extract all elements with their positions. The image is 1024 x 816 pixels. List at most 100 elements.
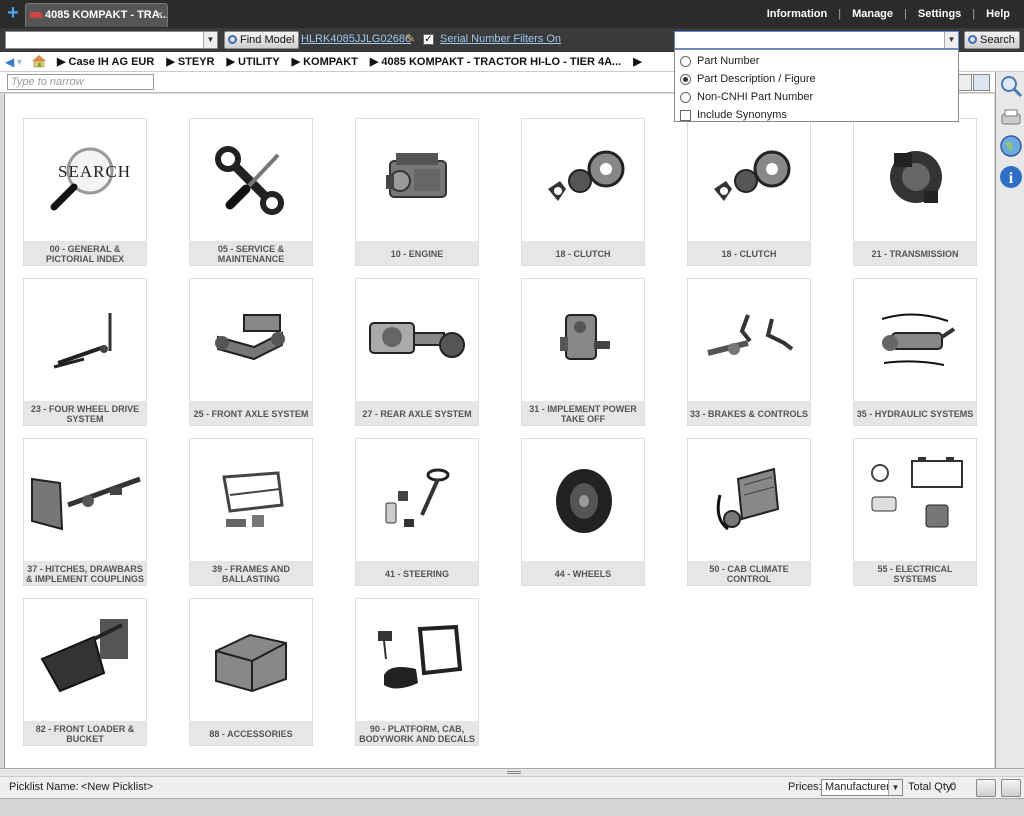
- search-icon: SEARCH: [24, 119, 146, 241]
- option-part-description[interactable]: Part Description / Figure: [675, 70, 958, 88]
- serial-filter-checkbox[interactable]: ✓: [423, 34, 434, 45]
- engine-icon: [356, 119, 478, 241]
- picklist-name[interactable]: <New Picklist>: [81, 781, 153, 793]
- chevron-down-icon[interactable]: ▼: [944, 32, 958, 48]
- search-button[interactable]: Search: [964, 31, 1020, 49]
- category-label: 10 - ENGINE: [356, 241, 478, 265]
- category-card[interactable]: 05 - SERVICE & MAINTENANCE: [189, 118, 313, 266]
- radio-non-cnhi[interactable]: [680, 91, 691, 103]
- back-dropdown-icon[interactable]: ▼: [15, 57, 24, 67]
- chevron-down-icon[interactable]: ▼: [203, 32, 217, 48]
- serial-filter-link[interactable]: Serial Number Filters On: [440, 33, 561, 45]
- driveshaft-icon: [24, 279, 146, 401]
- category-label: 18 - CLUTCH: [688, 241, 810, 265]
- option-include-synonyms[interactable]: Include Synonyms: [675, 106, 958, 124]
- breadcrumb-item[interactable]: ▶ KOMPAKT: [292, 55, 364, 68]
- maximize-icon[interactable]: [1001, 779, 1021, 797]
- category-label: 50 - CAB CLIMATE CONTROL: [688, 561, 810, 585]
- option-part-number[interactable]: Part Number: [675, 52, 958, 70]
- globe-icon[interactable]: [999, 134, 1023, 158]
- breadcrumb-item[interactable]: ▶ UTILITY: [227, 55, 286, 68]
- filter-tag-icon[interactable]: ✎: [406, 32, 415, 45]
- serial-number-link[interactable]: HLRK4085JJLG02686: [301, 33, 411, 45]
- category-card[interactable]: 35 - HYDRAULIC SYSTEMS: [853, 278, 977, 426]
- tab-model[interactable]: 4085 KOMPAKT - TRA... ×: [25, 3, 168, 27]
- total-qty-value: 0: [950, 781, 957, 793]
- loader-icon: [24, 599, 146, 721]
- option-non-cnhi[interactable]: Non-CNHI Part Number: [675, 88, 958, 106]
- category-card[interactable]: 88 - ACCESSORIES: [189, 598, 313, 746]
- svg-text:i: i: [1009, 170, 1014, 187]
- tab-title: 4085 KOMPAKT - TRA...: [45, 9, 168, 21]
- pto-icon: [522, 279, 644, 401]
- category-card[interactable]: 18 - CLUTCH: [521, 118, 645, 266]
- category-card[interactable]: 39 - FRAMES AND BALLASTING: [189, 438, 313, 586]
- category-card[interactable]: 82 - FRONT LOADER & BUCKET: [23, 598, 147, 746]
- category-label: 05 - SERVICE & MAINTENANCE: [190, 241, 312, 265]
- breadcrumb-more-icon[interactable]: ▶: [633, 55, 641, 68]
- category-card[interactable]: 33 - BRAKES & CONTROLS: [687, 278, 811, 426]
- right-toolbar: i: [995, 72, 1024, 768]
- search-type-combo[interactable]: ▼: [674, 31, 959, 49]
- brakes-icon: [688, 279, 810, 401]
- model-combo[interactable]: ▼: [5, 31, 218, 49]
- splitter[interactable]: [0, 768, 1024, 776]
- radio-part-number[interactable]: [680, 55, 691, 67]
- include-synonyms-checkbox[interactable]: [680, 109, 691, 121]
- grid-view-icon[interactable]: [973, 74, 990, 91]
- category-label: 21 - TRANSMISSION: [854, 241, 976, 265]
- search-label: Search: [980, 34, 1015, 46]
- nav-manage[interactable]: Manage: [852, 8, 893, 20]
- nav-information[interactable]: Information: [767, 8, 828, 20]
- search-icon: [228, 35, 237, 44]
- home-icon[interactable]: [31, 54, 47, 68]
- category-label: 31 - IMPLEMENT POWER TAKE OFF: [522, 401, 644, 425]
- category-card[interactable]: 41 - STEERING: [355, 438, 479, 586]
- narrow-input[interactable]: Type to narrow: [7, 74, 154, 90]
- search-options-dropdown: Part Number Part Description / Figure No…: [674, 49, 959, 122]
- category-card[interactable]: 27 - REAR AXLE SYSTEM: [355, 278, 479, 426]
- radio-part-description[interactable]: [680, 73, 691, 85]
- nav-help[interactable]: Help: [986, 8, 1010, 20]
- category-card[interactable]: 90 - PLATFORM, CAB, BODYWORK AND DECALS: [355, 598, 479, 746]
- category-card[interactable]: 25 - FRONT AXLE SYSTEM: [189, 278, 313, 426]
- prices-select[interactable]: Manufacturer ▼: [821, 779, 903, 796]
- rear-axle-icon: [356, 279, 478, 401]
- info-icon[interactable]: i: [999, 165, 1023, 189]
- category-card[interactable]: 44 - WHEELS: [521, 438, 645, 586]
- find-model-label: Find Model: [240, 34, 295, 46]
- category-card[interactable]: 18 - CLUTCH: [687, 118, 811, 266]
- breadcrumb-item[interactable]: ▶ STEYR: [166, 55, 220, 68]
- category-card[interactable]: SEARCH 00 - GENERAL & PICTORIAL INDEX: [23, 118, 147, 266]
- nav-settings[interactable]: Settings: [918, 8, 961, 20]
- category-label: 18 - CLUTCH: [522, 241, 644, 265]
- category-card[interactable]: 50 - CAB CLIMATE CONTROL: [687, 438, 811, 586]
- category-card[interactable]: 23 - FOUR WHEEL DRIVE SYSTEM: [23, 278, 147, 426]
- category-card[interactable]: 21 - TRANSMISSION: [853, 118, 977, 266]
- tab-close-icon[interactable]: ×: [157, 4, 163, 27]
- prices-label: Prices:: [788, 781, 822, 793]
- breadcrumb-item[interactable]: ▶ 4085 KOMPAKT - TRACTOR HI-LO - TIER 4A…: [370, 55, 627, 68]
- breadcrumb-item[interactable]: ▶ Case IH AG EUR: [57, 55, 160, 68]
- category-label: 37 - HITCHES, DRAWBARS & IMPLEMENT COUPL…: [24, 561, 146, 585]
- climate-icon: [688, 439, 810, 561]
- find-model-button[interactable]: Find Model: [224, 31, 300, 49]
- restore-icon[interactable]: [976, 779, 996, 797]
- front-axle-icon: [190, 279, 312, 401]
- category-card[interactable]: 10 - ENGINE: [355, 118, 479, 266]
- category-card[interactable]: 55 - ELECTRICAL SYSTEMS: [853, 438, 977, 586]
- printer-icon[interactable]: [999, 106, 1023, 130]
- category-card[interactable]: 31 - IMPLEMENT POWER TAKE OFF: [521, 278, 645, 426]
- magnifier-icon[interactable]: [999, 74, 1023, 98]
- wheel-icon: [522, 439, 644, 561]
- category-label: 44 - WHEELS: [522, 561, 644, 585]
- add-tab-button[interactable]: +: [4, 3, 22, 23]
- category-label: 00 - GENERAL & PICTORIAL INDEX: [24, 241, 146, 265]
- chevron-down-icon[interactable]: ▼: [888, 780, 902, 795]
- grip-icon[interactable]: [507, 771, 521, 774]
- transmission-icon: [854, 119, 976, 241]
- back-arrow-icon[interactable]: ◀: [5, 55, 14, 69]
- category-label: 25 - FRONT AXLE SYSTEM: [190, 401, 312, 425]
- category-card[interactable]: 37 - HITCHES, DRAWBARS & IMPLEMENT COUPL…: [23, 438, 147, 586]
- accessories-icon: [190, 599, 312, 721]
